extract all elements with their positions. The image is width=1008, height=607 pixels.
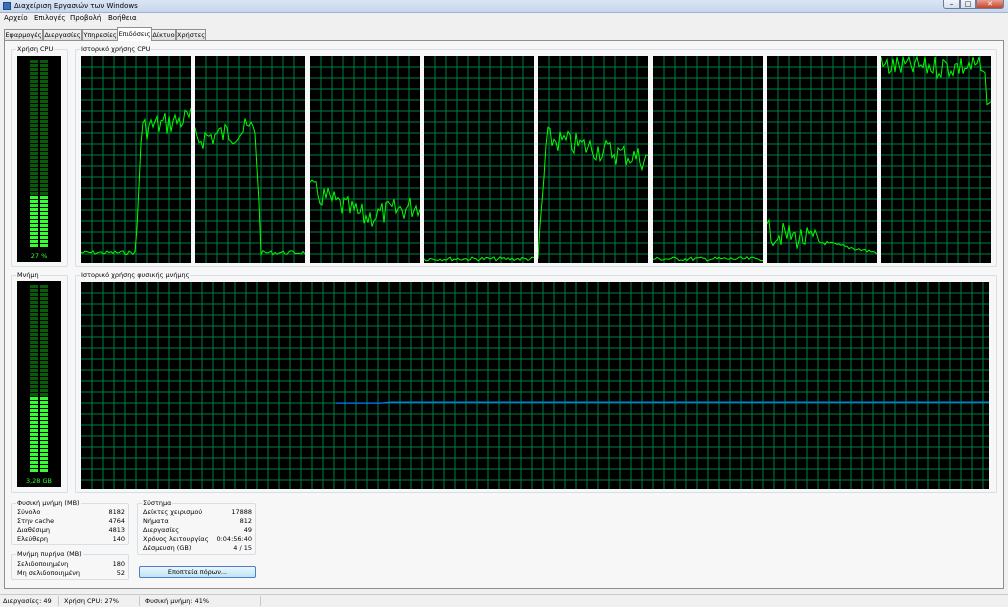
minimize-button[interactable]: – (943, 0, 960, 9)
status-memory: Φυσική μνήμη: 41% (145, 597, 210, 605)
tab-services[interactable]: Υπηρεσίες (82, 29, 118, 40)
cpu-usage-gauge: 27 % (17, 56, 61, 262)
status-separator (260, 596, 261, 606)
status-processes: Διεργασίες: 49 (3, 597, 52, 605)
cpu-core-graph (880, 55, 992, 263)
cpu-core-graph (423, 56, 535, 263)
menu-help[interactable]: Βοήθεια (108, 14, 137, 22)
menu-options[interactable]: Επιλογές (34, 14, 65, 22)
cpu-usage-label: Χρήση CPU (16, 45, 55, 53)
status-cpu: Χρήση CPU: 27% (64, 597, 119, 605)
window-title: Διαχείριση Εργασιών των Windows (14, 2, 138, 10)
tab-applications[interactable]: Εφαρμογές (4, 29, 43, 40)
close-button[interactable]: ✕ (976, 0, 1004, 9)
memory-history-label: Ιστορικό χρήσης φυσικής μνήμης (80, 271, 191, 279)
tab-users[interactable]: Χρήστες (176, 29, 206, 40)
resource-monitor-button[interactable]: Εποπτεία πόρων... (139, 566, 256, 578)
cpu-core-graph (309, 56, 421, 263)
physical-memory-label: Φυσική μνήμη (MB) (16, 499, 81, 507)
tab-processes[interactable]: Διεργασίες (43, 29, 82, 40)
status-bar: Διεργασίες: 49 Χρήση CPU: 27% Φυσική μνή… (0, 594, 1008, 607)
kernel-memory-label: Μνήμη πυρήνα (MB) (16, 550, 83, 558)
status-separator (58, 596, 59, 606)
cpu-core-graph (653, 56, 764, 263)
pm-row-cached: Στην cache 4764 (17, 517, 125, 525)
memory-usage-gauge: 3,28 GB (17, 281, 61, 487)
sys-row-handles: Δείκτες χειρισμού 17888 (143, 508, 252, 516)
maximize-button[interactable]: □ (960, 0, 976, 9)
memory-usage-value: 3,28 GB (25, 477, 53, 485)
sys-row-commit: Δέσμευση (GB) 4 / 15 (143, 544, 252, 552)
cpu-core-graph (766, 56, 878, 263)
cpu-core-graph (80, 56, 192, 263)
pm-row-total: Σύνολο 8182 (17, 508, 125, 516)
sys-row-uptime: Χρόνος λειτουργίας 0:04:56:40 (143, 535, 252, 543)
memory-usage-label: Μνήμη (16, 271, 40, 279)
sys-row-threads: Νήματα 812 (143, 517, 252, 525)
tab-networking[interactable]: Δίκτυο (151, 29, 176, 40)
km-row-paged: Σελιδοποιημένη 180 (17, 560, 125, 568)
task-manager-icon (3, 2, 11, 10)
cpu-core-graph (194, 56, 306, 263)
cpu-usage-value: 27 % (30, 252, 48, 260)
km-row-nonpaged: Μη σελιδοποιημένη 52 (17, 569, 125, 577)
status-separator (139, 596, 140, 606)
menu-file[interactable]: Αρχείο (4, 14, 28, 22)
cpu-history-label: Ιστορικό χρήσης CPU (80, 45, 152, 53)
memory-history-graph (81, 282, 989, 489)
pm-row-free: Ελεύθερη 140 (17, 535, 125, 543)
menu-bar: Αρχείο Επιλογές Προβολή Βοήθεια (0, 13, 1008, 24)
menu-view[interactable]: Προβολή (70, 14, 101, 22)
pm-row-available: Διαθέσιμη 4813 (17, 526, 125, 534)
title-bar: Διαχείριση Εργασιών των Windows – □ ✕ (0, 0, 1008, 13)
tab-performance[interactable]: Επιδόσεις (117, 27, 152, 41)
cpu-core-graph (537, 56, 649, 263)
system-label: Σύστημα (142, 499, 173, 507)
sys-row-processes: Διεργασίες 49 (143, 526, 252, 534)
